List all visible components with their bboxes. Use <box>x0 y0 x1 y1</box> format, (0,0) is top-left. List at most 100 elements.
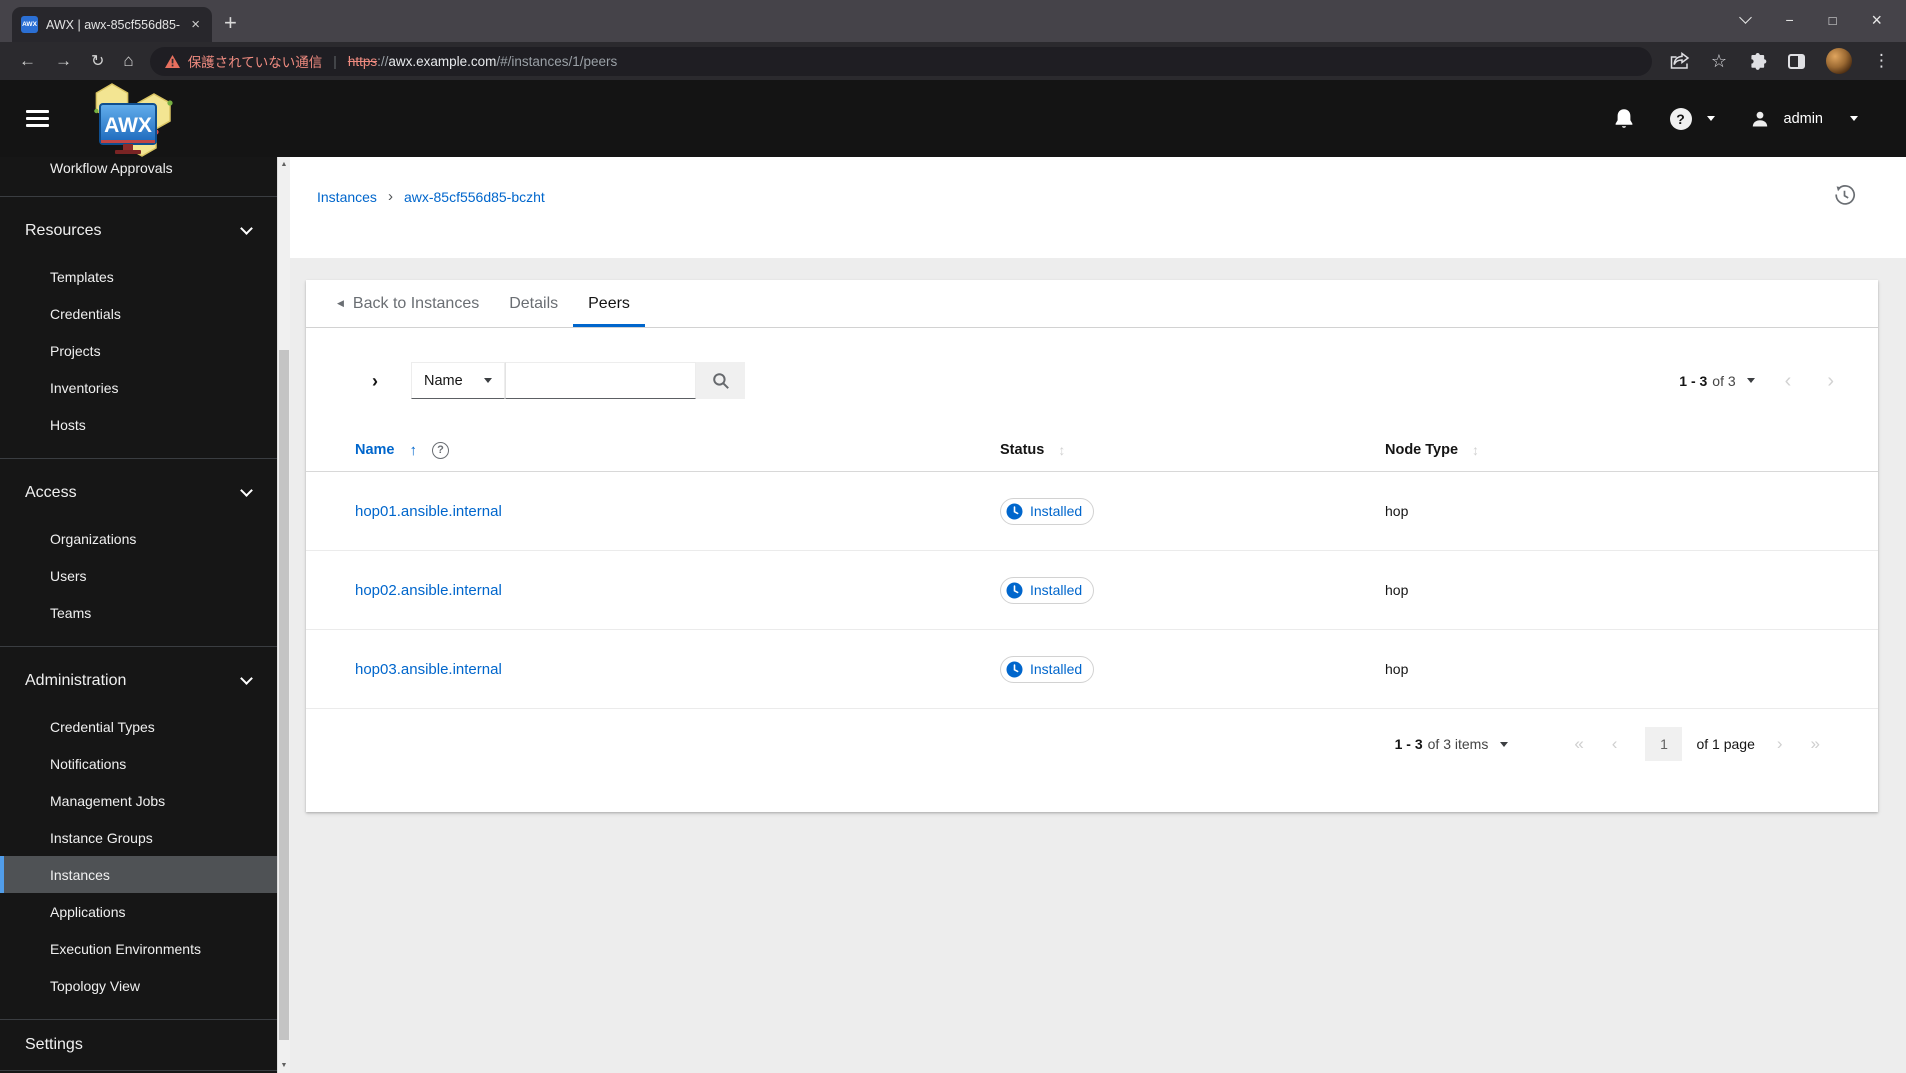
sidebar-item-management-jobs[interactable]: Management Jobs <box>0 782 277 819</box>
expand-toolbar-chevron-icon[interactable]: › <box>372 372 378 390</box>
sidebar-item-instances[interactable]: Instances <box>0 856 277 893</box>
scroll-down-icon[interactable]: ▼ <box>278 1062 290 1069</box>
last-page-icon[interactable]: » <box>1811 734 1820 754</box>
column-header-name[interactable]: Name ↑ ? <box>355 441 1000 459</box>
browser-toolbar: ← → ↻ ⌂ 保護されていない通信 | https :// awx.examp… <box>0 42 1906 80</box>
status-badge[interactable]: Installed <box>1000 497 1095 525</box>
tab-search-chevron-icon[interactable] <box>1739 11 1753 24</box>
extensions-puzzle-icon[interactable] <box>1748 52 1767 71</box>
back-icon[interactable]: ← <box>19 51 36 71</box>
search-input[interactable] <box>505 362 696 399</box>
user-menu[interactable]: admin <box>1751 110 1858 128</box>
per-page-caret-icon[interactable] <box>1746 378 1755 383</box>
filter-key-select[interactable]: Name <box>411 362 505 399</box>
sidebar-item-credentials[interactable]: Credentials <box>0 295 277 332</box>
sidebar-item-applications[interactable]: Applications <box>0 893 277 930</box>
sidebar-item-notifications[interactable]: Notifications <box>0 745 277 782</box>
sidebar-item-credential-types[interactable]: Credential Types <box>0 708 277 745</box>
page-count-label: of 1 page <box>1696 736 1755 752</box>
address-bar[interactable]: 保護されていない通信 | https :// awx.example.com /… <box>149 46 1652 76</box>
share-icon[interactable] <box>1670 52 1690 70</box>
instance-link[interactable]: hop02.ansible.internal <box>355 582 502 599</box>
instance-link[interactable]: hop01.ansible.internal <box>355 503 502 520</box>
close-window-button[interactable]: × <box>1871 10 1882 31</box>
sidebar-scrollbar[interactable]: ▲ ▼ <box>277 157 290 1073</box>
help-caret-icon <box>1706 116 1715 121</box>
sidebar-item-execution-environments[interactable]: Execution Environments <box>0 930 277 967</box>
bookmark-star-icon[interactable]: ☆ <box>1711 51 1727 72</box>
status-badge[interactable]: Installed <box>1000 576 1095 604</box>
node-type-cell: hop <box>1385 582 1409 598</box>
maximize-button[interactable]: □ <box>1829 13 1837 28</box>
sidebar-item-settings[interactable]: Settings <box>0 1020 277 1070</box>
sidebar-item-workflow-approvals[interactable]: Workflow Approvals <box>0 157 277 196</box>
tab-peers[interactable]: Peers <box>573 280 645 327</box>
browser-menu-icon[interactable]: ⋮ <box>1873 51 1890 71</box>
current-page-input[interactable] <box>1645 727 1683 761</box>
clock-icon <box>1006 503 1023 519</box>
sidebar-item-inventories[interactable]: Inventories <box>0 369 277 406</box>
sidebar-item-templates[interactable]: Templates <box>0 258 277 295</box>
sidebar-item-hosts[interactable]: Hosts <box>0 406 277 443</box>
profile-avatar[interactable] <box>1826 48 1852 74</box>
next-page-icon[interactable]: › <box>1777 734 1783 754</box>
status-label: Installed <box>1030 582 1083 598</box>
sidebar-item-instance-groups[interactable]: Instance Groups <box>0 819 277 856</box>
sidebar-item-projects[interactable]: Projects <box>0 332 277 369</box>
top-pagination: 1 - 3 of 3 ‹ › <box>1679 371 1878 391</box>
column-header-status[interactable]: Status ↕ <box>1000 442 1385 458</box>
breadcrumb-instances-link[interactable]: Instances <box>317 189 377 205</box>
scroll-up-icon[interactable]: ▲ <box>278 161 290 168</box>
items-per-page-menu[interactable]: 1 - 3 of 3 items <box>1395 736 1509 752</box>
tab-back-to-instances[interactable]: ◀ Back to Instances <box>322 280 494 327</box>
awx-favicon: AWX <box>21 16 38 33</box>
security-warning-text[interactable]: 保護されていない通信 <box>188 51 323 71</box>
sort-ascending-icon[interactable]: ↑ <box>410 442 418 459</box>
sort-icon[interactable]: ↕ <box>1472 442 1479 458</box>
history-clock-icon <box>1835 185 1855 205</box>
side-panel-icon[interactable] <box>1788 53 1805 69</box>
prev-page-icon[interactable]: ‹ <box>1612 734 1618 754</box>
sidebar-group-resources[interactable]: Resources <box>0 210 277 252</box>
sidebar-item-users[interactable]: Users <box>0 557 277 594</box>
tab-details[interactable]: Details <box>494 280 573 327</box>
chevron-down-icon <box>240 222 253 235</box>
instance-link[interactable]: hop03.ansible.internal <box>355 661 502 678</box>
table-header: Name ↑ ? Status ↕ Node Type ↕ <box>306 429 1878 472</box>
breadcrumb-current[interactable]: awx-85cf556d85-bczht <box>404 189 545 205</box>
awx-logo[interactable]: AWX <box>78 81 178 162</box>
pill-divider: | <box>333 53 337 69</box>
home-icon[interactable]: ⌂ <box>123 51 133 71</box>
close-tab-icon[interactable]: × <box>188 16 203 33</box>
first-page-icon[interactable]: « <box>1574 734 1583 754</box>
sort-icon[interactable]: ↕ <box>1058 442 1065 458</box>
nav-toggle-hamburger-icon[interactable] <box>26 110 49 127</box>
notifications-bell-icon[interactable] <box>1614 108 1634 130</box>
history-button[interactable] <box>1833 184 1856 212</box>
browser-tab[interactable]: AWX AWX | awx-85cf556d85-bczht × <box>12 7 212 42</box>
column-label: Name <box>355 442 395 458</box>
sidebar-group-access[interactable]: Access <box>0 472 277 514</box>
toolbar-right-icons: ☆ ⋮ <box>1670 48 1890 74</box>
pagination-total: of 3 <box>1712 372 1736 389</box>
node-type-cell: hop <box>1385 503 1409 519</box>
table-row: hop03.ansible.internal Installed hop <box>306 630 1878 709</box>
status-badge[interactable]: Installed <box>1000 655 1095 683</box>
sidebar-group-administration[interactable]: Administration <box>0 660 277 702</box>
sidebar-item-teams[interactable]: Teams <box>0 594 277 631</box>
forward-icon[interactable]: → <box>55 51 72 71</box>
filter-key-label: Name <box>424 372 463 389</box>
reload-icon[interactable]: ↻ <box>91 51 104 71</box>
help-menu[interactable]: ? <box>1669 107 1715 130</box>
next-page-icon[interactable]: › <box>1827 371 1834 391</box>
pagination-range: 1 - 3 <box>1679 372 1708 389</box>
minimize-button[interactable]: − <box>1785 12 1793 28</box>
sidebar-item-topology-view[interactable]: Topology View <box>0 967 277 1004</box>
column-header-node-type[interactable]: Node Type ↕ <box>1385 442 1878 458</box>
name-help-icon[interactable]: ? <box>432 441 449 459</box>
new-tab-button[interactable]: + <box>224 12 237 34</box>
search-button[interactable] <box>696 362 745 399</box>
prev-page-icon[interactable]: ‹ <box>1785 371 1792 391</box>
scrollbar-thumb[interactable] <box>279 350 289 1040</box>
sidebar-item-organizations[interactable]: Organizations <box>0 520 277 557</box>
